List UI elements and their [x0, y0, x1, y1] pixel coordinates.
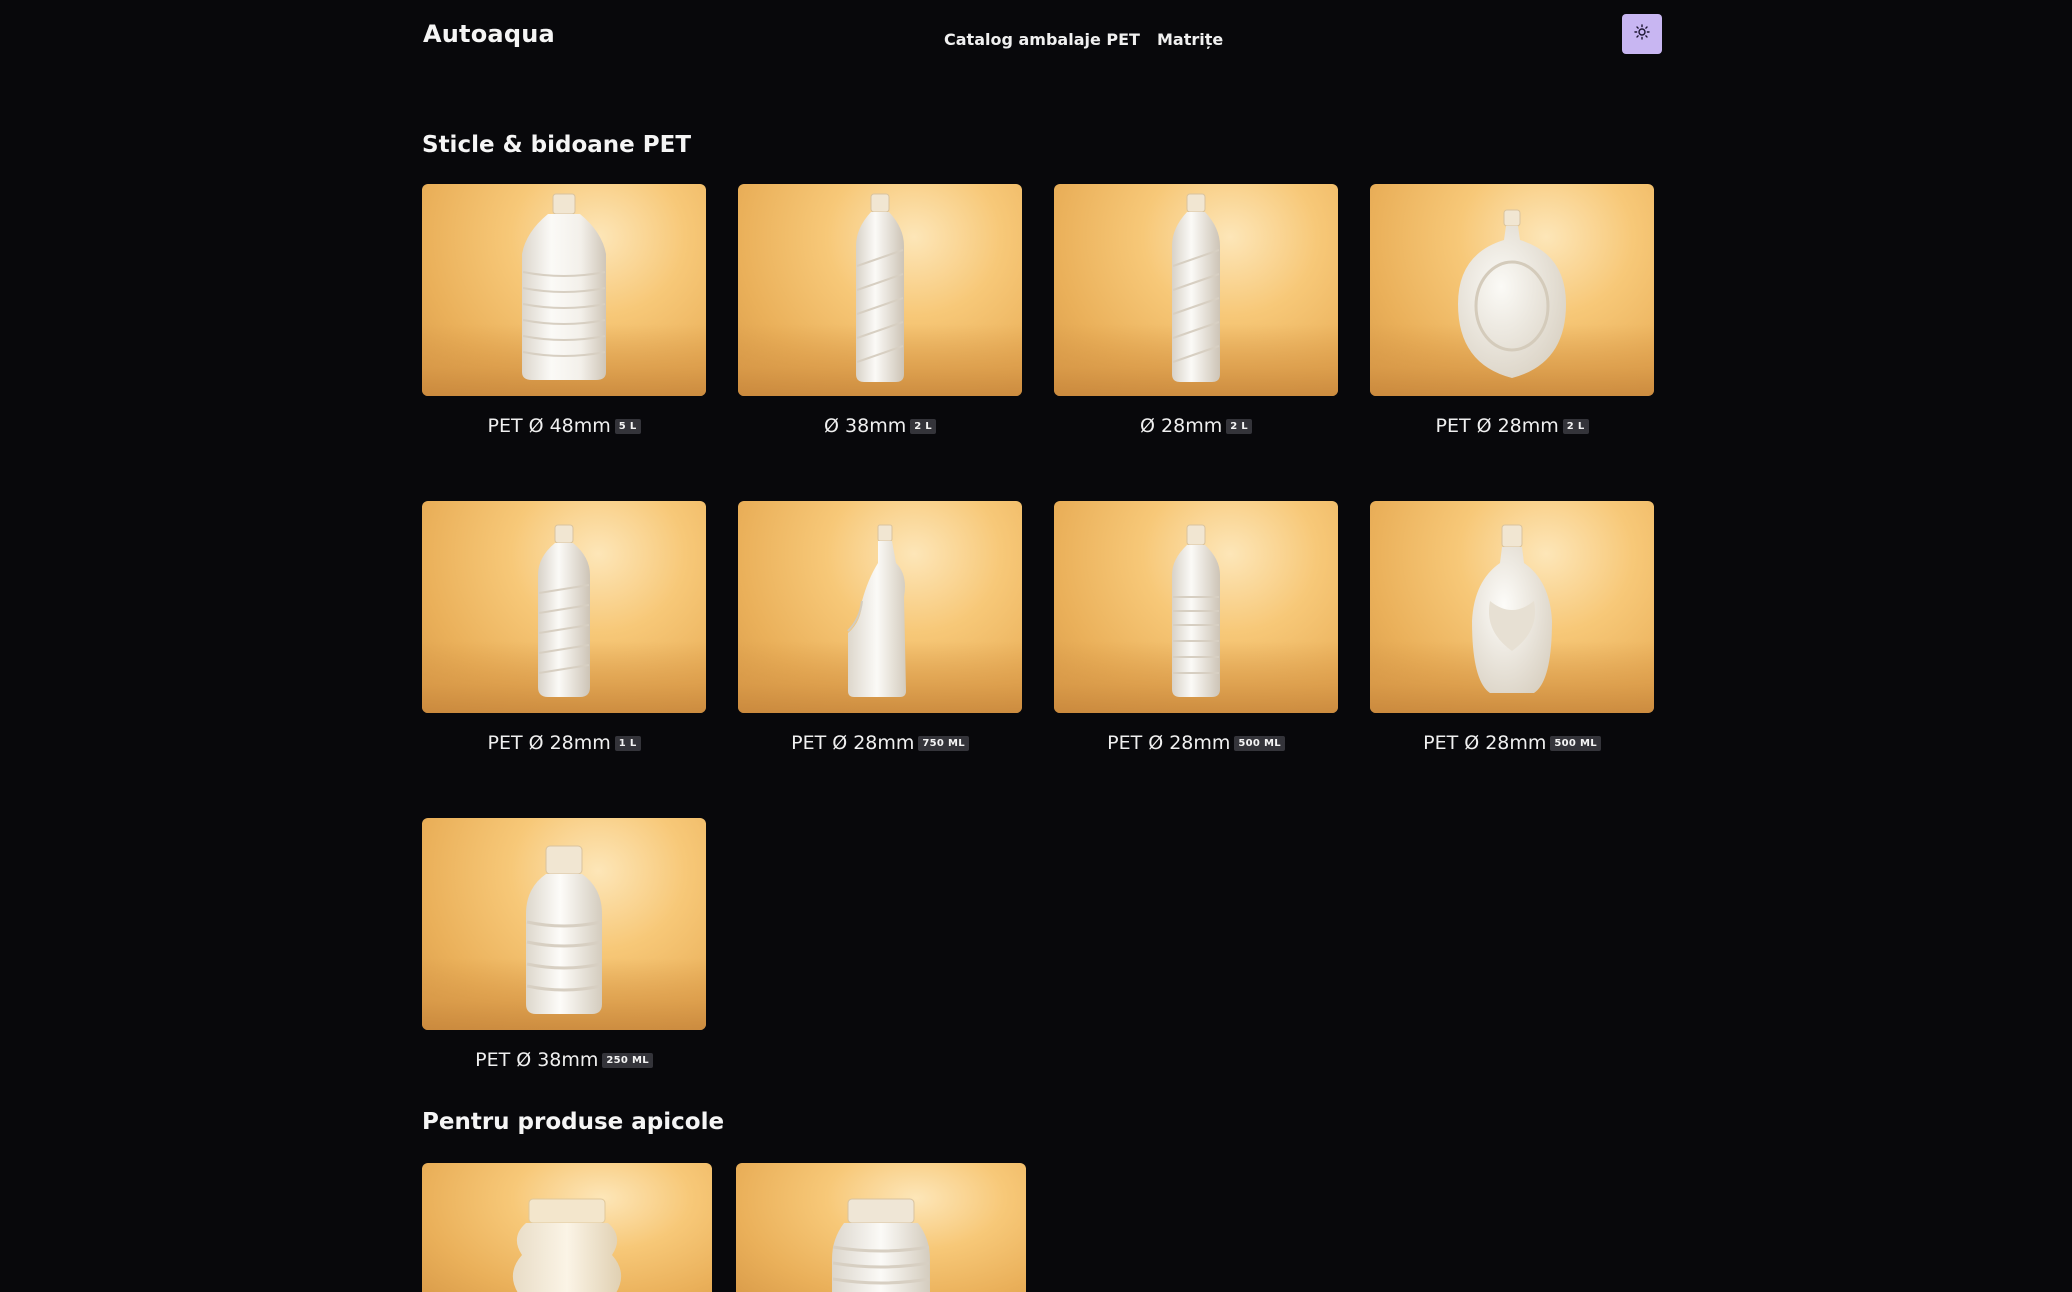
- product-name: PET Ø 48mm: [487, 415, 611, 437]
- section-title-bee-products: Pentru produse apicole: [422, 1109, 725, 1135]
- product-card[interactable]: PET Ø 28mm 500 ML: [1370, 501, 1654, 754]
- product-image[interactable]: [1370, 501, 1654, 713]
- volume-badge: 2 L: [910, 419, 936, 434]
- volume-badge: 2 L: [1562, 419, 1589, 434]
- product-caption: Ø 28mm 2 L: [1054, 415, 1338, 437]
- volume-badge: 750 ML: [918, 736, 969, 751]
- product-card[interactable]: PET Ø 38mm 250 ML: [422, 818, 706, 1071]
- product-card[interactable]: PET Ø 28mm 1 L: [422, 501, 706, 754]
- product-caption: Ø 38mm 2 L: [738, 415, 1022, 437]
- product-caption: PET Ø 28mm 750 ML: [738, 732, 1022, 754]
- product-card[interactable]: PET Ø 28mm 750 ML: [738, 501, 1022, 754]
- product-caption: PET Ø 28mm 1 L: [422, 732, 706, 754]
- volume-badge: 2 L: [1226, 419, 1252, 434]
- product-image[interactable]: [422, 501, 706, 713]
- product-card[interactable]: [736, 1163, 1026, 1292]
- product-image[interactable]: [736, 1163, 1026, 1292]
- product-image[interactable]: [422, 818, 706, 1030]
- product-caption: PET Ø 28mm 500 ML: [1054, 732, 1338, 754]
- product-card[interactable]: Ø 28mm 2 L: [1054, 184, 1338, 437]
- product-name: PET Ø 28mm: [487, 732, 611, 754]
- product-image[interactable]: [1054, 501, 1338, 713]
- product-image[interactable]: [1054, 184, 1338, 396]
- product-image[interactable]: [422, 184, 706, 396]
- product-card[interactable]: [422, 1163, 712, 1292]
- nav-link-catalog[interactable]: Catalog ambalaje PET: [944, 30, 1140, 49]
- product-name: PET Ø 28mm: [1423, 732, 1547, 754]
- product-name: PET Ø 28mm: [1435, 415, 1559, 437]
- volume-badge: 500 ML: [1234, 736, 1285, 751]
- product-name: Ø 38mm: [824, 415, 907, 437]
- theme-toggle-button[interactable]: [1622, 14, 1662, 54]
- product-name: PET Ø 38mm: [475, 1049, 599, 1071]
- section-title-pet: Sticle & bidoane PET: [422, 132, 692, 158]
- product-caption: PET Ø 48mm 5 L: [422, 415, 706, 437]
- product-card[interactable]: Ø 38mm 2 L: [738, 184, 1022, 437]
- volume-badge: 5 L: [614, 419, 641, 434]
- product-name: Ø 28mm: [1140, 415, 1223, 437]
- product-card[interactable]: PET Ø 48mm 5 L: [422, 184, 706, 437]
- volume-badge: 1 L: [614, 736, 641, 751]
- product-caption: PET Ø 28mm 500 ML: [1370, 732, 1654, 754]
- volume-badge: 500 ML: [1550, 736, 1601, 751]
- product-name: PET Ø 28mm: [1107, 732, 1231, 754]
- product-card[interactable]: PET Ø 28mm 2 L: [1370, 184, 1654, 437]
- product-image[interactable]: [1370, 184, 1654, 396]
- product-card[interactable]: PET Ø 28mm 500 ML: [1054, 501, 1338, 754]
- product-image[interactable]: [738, 184, 1022, 396]
- product-caption: PET Ø 28mm 2 L: [1370, 415, 1654, 437]
- brand-logo[interactable]: Autoaqua: [423, 20, 555, 48]
- product-image[interactable]: [422, 1163, 712, 1292]
- sun-icon: [1634, 24, 1650, 44]
- nav-link-molds[interactable]: Matrițe: [1157, 30, 1223, 49]
- product-name: PET Ø 28mm: [791, 732, 915, 754]
- product-image[interactable]: [738, 501, 1022, 713]
- site-header: Autoaqua Catalog ambalaje PET Matrițe: [0, 0, 2072, 80]
- product-caption: PET Ø 38mm 250 ML: [422, 1049, 706, 1071]
- volume-badge: 250 ML: [602, 1053, 653, 1068]
